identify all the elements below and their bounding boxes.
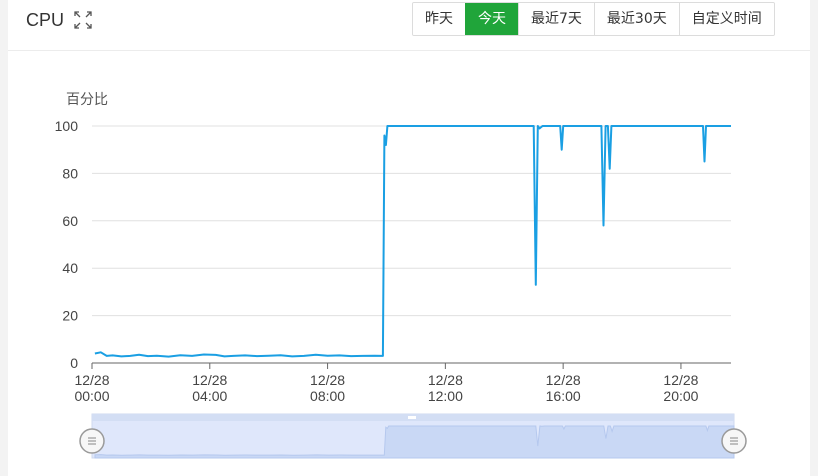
y-tick-label: 0 (70, 355, 78, 371)
x-tick-time: 20:00 (663, 388, 698, 404)
x-tick-date: 12/28 (663, 372, 698, 388)
zoom-slider[interactable] (79, 413, 747, 459)
x-tick-time: 04:00 (192, 388, 227, 404)
x-tick-date: 12/28 (192, 372, 227, 388)
zoom-handle-left[interactable] (79, 428, 105, 454)
y-tick-label: 20 (62, 308, 78, 324)
y-tick-label: 60 (62, 213, 78, 229)
x-tick-time: 00:00 (74, 388, 109, 404)
zoom-top-grip (408, 416, 416, 419)
x-tick-time: 16:00 (546, 388, 581, 404)
zoom-handle-right[interactable] (721, 428, 747, 454)
cpu-series-line (94, 125, 731, 358)
cpu-line-chart: 百分比 020406080100 12/2800:0012/2804:0012/… (55, 92, 747, 459)
y-tick-label: 80 (62, 165, 78, 181)
x-axis: 12/2800:0012/2804:0012/2808:0012/2812:00… (74, 362, 731, 404)
x-tick-time: 12:00 (428, 388, 463, 404)
grid-lines (92, 125, 731, 317)
x-tick-date: 12/28 (310, 372, 345, 388)
y-tick-label: 40 (62, 260, 78, 276)
x-tick-time: 08:00 (310, 388, 345, 404)
y-tick-label: 100 (55, 118, 79, 134)
x-tick-date: 12/28 (74, 372, 109, 388)
x-tick-date: 12/28 (546, 372, 581, 388)
y-axis-label: 百分比 (66, 92, 108, 108)
series-group (94, 125, 731, 358)
x-tick-date: 12/28 (428, 372, 463, 388)
y-axis-ticks: 0 20 40 60 80 100 (55, 118, 79, 371)
